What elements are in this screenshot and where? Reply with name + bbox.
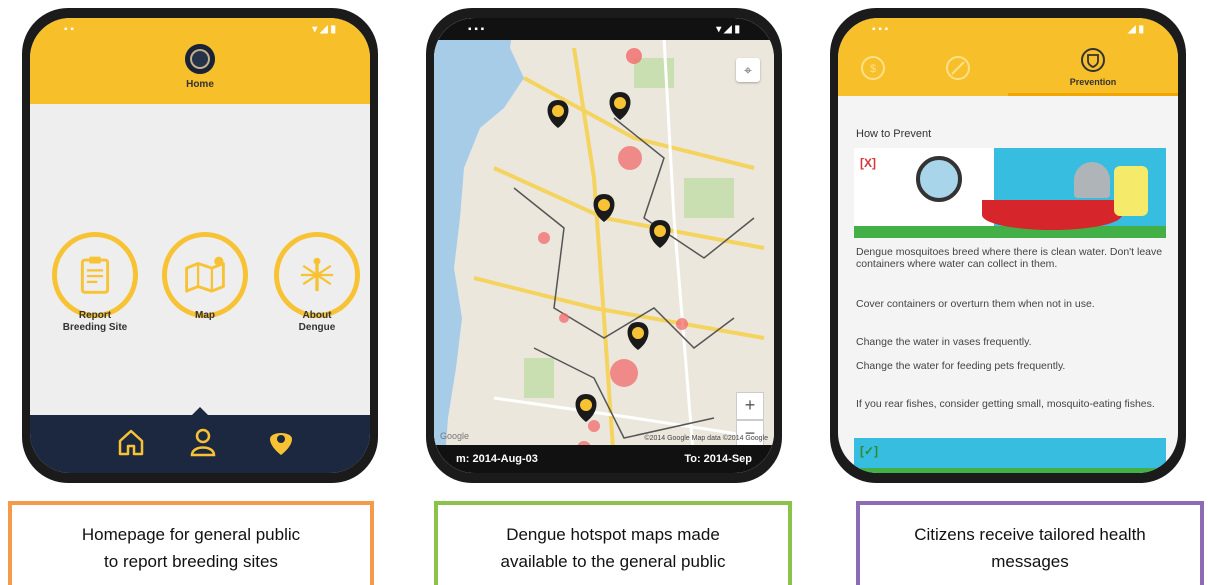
prevention-header: ▪ ▪ ▪ ◢ ▮ $ Prevention — [838, 18, 1178, 96]
status-left-icons: ▪ ▪ ▪ — [468, 23, 485, 35]
caption-map-line2: available to the general public — [500, 552, 726, 571]
bottom-nav — [30, 407, 370, 473]
map-icon — [185, 256, 225, 293]
about-label-line2: Dengue — [298, 322, 336, 333]
report-label-line1: Report — [78, 310, 112, 321]
hotspot — [538, 232, 550, 244]
report-label: Report Breeding Site — [40, 310, 150, 334]
status-left-icons: ▪ ▪ ▪ — [872, 23, 889, 35]
tip-text-5: If you rear fishes, consider getting sma… — [856, 398, 1155, 410]
clipboard-icon — [80, 256, 110, 294]
tip-text-4: Change the water for feeding pets freque… — [856, 360, 1066, 372]
page-title: Home — [186, 79, 214, 90]
shield-icon — [1081, 47, 1105, 72]
phone-prevention-screen: ▪ ▪ ▪ ◢ ▮ $ Prevention How to Prevent [X… — [830, 8, 1186, 483]
zoom-out-button[interactable]: − — [736, 420, 764, 448]
watering-can-icon — [1074, 162, 1110, 198]
to-date[interactable]: To: 2014-Sep — [684, 453, 752, 465]
map-screen: ▪ ▪ ▪ ▾ ◢ ▮ ⌖ + − Google ©2014 Google Ma… — [434, 18, 774, 473]
caption-prevention: Citizens receive tailored health message… — [856, 501, 1204, 585]
hotspot — [626, 48, 642, 64]
map-attribution: ©2014 Google Map data ©2014 Google — [644, 435, 768, 442]
status-right-icons: ▾ ◢ ▮ — [312, 23, 336, 35]
dengue-alert-icon[interactable] — [266, 427, 296, 457]
phone-map-screen: ▪ ▪ ▪ ▾ ◢ ▮ ⌖ + − Google ©2014 Google Ma… — [426, 8, 782, 483]
tip-text-2: Cover containers or overturn them when n… — [856, 298, 1095, 310]
tab-symptoms[interactable]: $ — [838, 40, 908, 96]
report-breeding-site-button[interactable] — [52, 232, 138, 318]
home-header: ▪ ▪ ▾ ◢ ▮ Home — [30, 18, 370, 104]
wrong-practice-illustration: [X] — [854, 148, 1166, 238]
basin-icon — [982, 200, 1122, 230]
caption-prevention-line2: messages — [991, 552, 1069, 571]
from-date[interactable]: m: 2014-Aug-03 — [456, 453, 538, 465]
tip-text-3: Change the water in vases frequently. — [856, 336, 1032, 348]
caption-home-line2: to report breeding sites — [104, 552, 278, 571]
map-label-line1: Map — [195, 310, 215, 321]
about-label: About Dengue — [262, 310, 370, 334]
tab-prevention-label: Prevention — [1069, 76, 1117, 87]
phone-home-screen: ▪ ▪ ▾ ◢ ▮ Home Report Breeding Site Map … — [22, 8, 378, 483]
hotspot — [676, 318, 688, 330]
prevention-screen: ▪ ▪ ▪ ◢ ▮ $ Prevention How to Prevent [X… — [838, 18, 1178, 473]
my-location-button[interactable]: ⌖ — [736, 58, 760, 82]
zoom-in-button[interactable]: + — [736, 392, 764, 420]
right-mark: [✓] — [860, 444, 879, 458]
map-label: Map — [150, 310, 260, 322]
person-icon[interactable] — [188, 427, 218, 457]
app-logo-icon — [185, 44, 215, 74]
caption-prevention-line1: Citizens receive tailored health — [914, 525, 1146, 544]
dengue-hotspot-map[interactable] — [434, 18, 774, 473]
hotspot — [618, 146, 642, 170]
wrong-mark: [X] — [860, 156, 876, 170]
tip-text-1: Dengue mosquitoes breed where there is c… — [856, 246, 1163, 270]
report-label-line2: Breeding Site — [62, 322, 128, 333]
svg-text:$: $ — [870, 63, 876, 75]
status-right-icons: ▾ ◢ ▮ — [716, 23, 740, 35]
treatment-icon — [946, 56, 970, 80]
status-bar: ▪ ▪ ▪ ◢ ▮ — [838, 18, 1178, 40]
status-right-icons: ◢ ▮ — [1128, 23, 1144, 35]
right-practice-illustration: [✓] — [854, 438, 1166, 473]
bottle-icon — [1114, 166, 1148, 216]
caption-home: Homepage for general public to report br… — [8, 501, 374, 585]
bucket-icon — [916, 156, 962, 202]
about-label-line1: About — [302, 310, 332, 321]
date-range-bar: m: 2014-Aug-03 To: 2014-Sep — [434, 445, 774, 473]
home-screen: ▪ ▪ ▾ ◢ ▮ Home Report Breeding Site Map … — [30, 18, 370, 473]
caption-map-line1: Dengue hotspot maps made — [506, 525, 720, 544]
hotspot — [588, 420, 600, 432]
hotspot — [559, 313, 569, 323]
symptoms-icon: $ — [861, 56, 885, 80]
google-logo: Google — [440, 431, 470, 441]
caption-map: Dengue hotspot maps made available to th… — [434, 501, 792, 585]
section-title: How to Prevent — [856, 128, 932, 140]
tab-prevention[interactable]: Prevention — [1008, 40, 1178, 96]
status-left-icons: ▪ ▪ — [64, 23, 74, 35]
home-icon[interactable] — [116, 427, 146, 457]
nav-active-indicator — [192, 407, 208, 415]
map-button[interactable] — [162, 232, 248, 318]
hotspot — [610, 359, 638, 387]
status-bar: ▪ ▪ ▪ ▾ ◢ ▮ — [434, 18, 774, 40]
about-dengue-button[interactable] — [274, 232, 360, 318]
tab-treatment[interactable] — [908, 40, 1008, 96]
mosquito-icon — [300, 257, 334, 292]
caption-home-line1: Homepage for general public — [81, 525, 301, 544]
status-bar: ▪ ▪ ▾ ◢ ▮ — [30, 18, 370, 40]
